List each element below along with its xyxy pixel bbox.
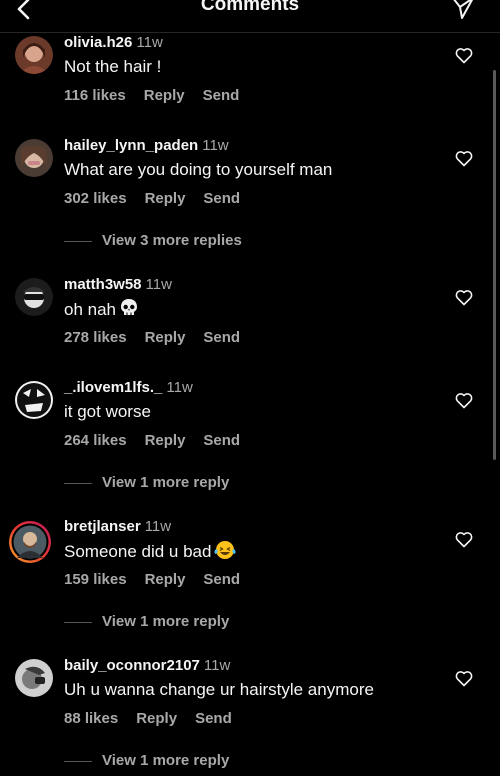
share-send-icon[interactable]	[450, 0, 476, 20]
timestamp: 11w	[203, 657, 231, 674]
send-button[interactable]: Send	[203, 432, 240, 449]
heart-icon[interactable]	[455, 150, 473, 167]
comment-meta: _.ilovem1lfs._ 11w	[64, 379, 193, 397]
avatar[interactable]	[15, 278, 53, 316]
comment-actions: 302 likes Reply Send	[64, 190, 258, 208]
avatar[interactable]	[15, 659, 53, 697]
avatar[interactable]	[15, 139, 53, 177]
heart-icon[interactable]	[455, 47, 473, 64]
likes-count[interactable]: 264 likes	[64, 432, 127, 449]
comment-text-content: oh nah	[64, 300, 116, 319]
divider-line	[64, 621, 92, 623]
send-button[interactable]: Send	[203, 190, 240, 207]
view-more-label: View 1 more reply	[102, 474, 230, 491]
likes-count[interactable]: 88 likes	[64, 710, 118, 727]
avatar[interactable]	[15, 381, 53, 419]
send-button[interactable]: Send	[203, 571, 240, 588]
comment-text: it got worse	[64, 402, 151, 421]
heart-icon[interactable]	[455, 392, 473, 409]
comment-text: Someone did u bad	[64, 540, 237, 566]
view-more-replies[interactable]: View 3 more replies	[64, 232, 242, 249]
send-button[interactable]: Send	[195, 710, 232, 727]
page-title: Comments	[200, 0, 300, 15]
likes-count[interactable]: 159 likes	[64, 571, 127, 588]
divider-line	[64, 240, 92, 242]
view-more-replies[interactable]: View 1 more reply	[64, 474, 229, 491]
comment-meta: matth3w58 11w	[64, 276, 172, 294]
username[interactable]: matth3w58	[64, 276, 142, 293]
heart-icon[interactable]	[455, 531, 473, 548]
send-button[interactable]: Send	[203, 329, 240, 346]
view-more-replies[interactable]: View 1 more reply	[64, 613, 229, 630]
comment-text: Not the hair !	[64, 57, 162, 76]
timestamp: 11w	[145, 276, 172, 293]
likes-count[interactable]: 116 likes	[64, 87, 126, 104]
comment-text: Uh u wanna change ur hairstyle anymore	[64, 680, 374, 699]
laughing-tears-emoji-icon	[214, 540, 237, 566]
comment-meta: bretjlanser 11w	[64, 518, 171, 536]
timestamp: 11w	[166, 379, 193, 396]
heart-icon[interactable]	[455, 670, 473, 687]
comment-meta: baily_oconnor2107 11w	[64, 657, 230, 675]
divider-line	[64, 482, 92, 484]
likes-count[interactable]: 278 likes	[64, 329, 127, 346]
comment-meta: olivia.h26 11w	[64, 34, 163, 52]
comment-text-content: Someone did u bad	[64, 542, 212, 561]
comment-actions: 88 likes Reply Send	[64, 710, 250, 728]
header: Comments	[0, 0, 500, 33]
comment-text: oh nah	[64, 298, 139, 324]
likes-count[interactable]: 302 likes	[64, 190, 127, 207]
comment-meta: hailey_lynn_paden 11w	[64, 137, 229, 155]
reply-button[interactable]: Reply	[145, 329, 186, 346]
username[interactable]: baily_oconnor2107	[64, 657, 200, 674]
comment-text: What are you doing to yourself man	[64, 160, 333, 179]
timestamp: 11w	[136, 34, 163, 51]
comment-actions: 264 likes Reply Send	[64, 432, 258, 450]
reply-button[interactable]: Reply	[136, 710, 177, 727]
send-button[interactable]: Send	[203, 87, 240, 104]
skull-emoji-icon	[119, 298, 139, 324]
username[interactable]: olivia.h26	[64, 34, 132, 51]
reply-button[interactable]: Reply	[144, 87, 185, 104]
view-more-label: View 1 more reply	[102, 613, 230, 630]
comment-actions: 116 likes Reply Send	[64, 87, 257, 105]
reply-button[interactable]: Reply	[145, 571, 186, 588]
reply-button[interactable]: Reply	[145, 190, 186, 207]
view-more-replies[interactable]: View 1 more reply	[64, 752, 229, 769]
avatar[interactable]	[8, 520, 52, 564]
divider-line	[64, 760, 92, 762]
comment-actions: 278 likes Reply Send	[64, 329, 258, 347]
view-more-label: View 3 more replies	[102, 232, 242, 249]
username[interactable]: _.ilovem1lfs._	[64, 379, 162, 396]
view-more-label: View 1 more reply	[102, 752, 230, 769]
heart-icon[interactable]	[455, 289, 473, 306]
reply-button[interactable]: Reply	[145, 432, 186, 449]
username[interactable]: hailey_lynn_paden	[64, 137, 198, 154]
timestamp: 11w	[144, 518, 172, 535]
timestamp: 11w	[202, 137, 229, 154]
scrollbar[interactable]	[493, 70, 496, 460]
comment-actions: 159 likes Reply Send	[64, 571, 258, 589]
avatar[interactable]	[15, 36, 53, 74]
username[interactable]: bretjlanser	[64, 518, 141, 535]
